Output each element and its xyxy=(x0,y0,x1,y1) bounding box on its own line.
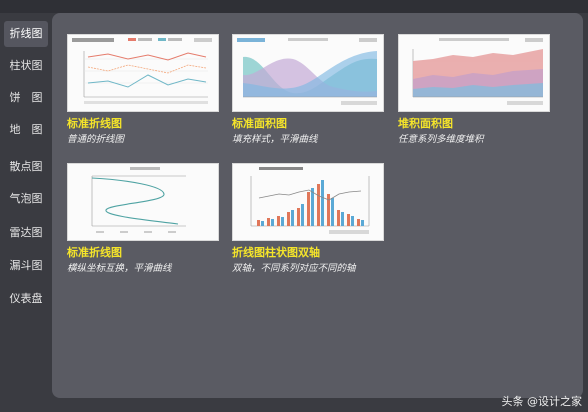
sidebar-item-map[interactable]: 地 图 xyxy=(4,117,48,143)
card-description: 普通的折线图 xyxy=(67,134,125,145)
top-bar xyxy=(0,0,588,13)
card-description: 任意系列多维度堆积 xyxy=(398,134,484,145)
card-title[interactable]: 标准面积图 xyxy=(232,115,287,131)
chart-gallery-panel: 标准折线图 普通的折线图 标准面积图 填充样式，平滑曲线 堆积面积图 任意系列多… xyxy=(52,13,583,398)
reversed-axis-line-thumbnail[interactable] xyxy=(67,163,219,241)
sidebar-item-funnel[interactable]: 漏斗图 xyxy=(4,253,48,279)
sidebar-item-bar[interactable]: 柱状图 xyxy=(4,53,48,79)
dual-axis-thumbnail[interactable] xyxy=(232,163,384,241)
sidebar-item-scatter[interactable]: 散点图 xyxy=(4,154,48,180)
card-description: 横纵坐标互换，平滑曲线 xyxy=(67,263,172,274)
area-chart-thumbnail[interactable] xyxy=(232,34,384,112)
stacked-area-thumbnail[interactable] xyxy=(398,34,550,112)
chart-card-reversed-line[interactable]: 标准折线图 横纵坐标互换，平滑曲线 xyxy=(67,163,219,283)
sidebar-item-pie[interactable]: 饼 图 xyxy=(4,85,48,111)
chart-card-stacked-area[interactable]: 堆积面积图 任意系列多维度堆积 xyxy=(398,34,550,154)
chart-card-line[interactable]: 标准折线图 普通的折线图 xyxy=(67,34,219,154)
chart-card-dual-axis[interactable]: 折线图柱状图双轴 双轴，不同系列对应不同的轴 xyxy=(232,163,384,283)
sidebar-item-bubble[interactable]: 气泡图 xyxy=(4,186,48,212)
sidebar-item-gauge[interactable]: 仪表盘 xyxy=(4,286,48,312)
card-title[interactable]: 标准折线图 xyxy=(67,115,122,131)
watermark: 头条 @设计之家 xyxy=(501,395,583,408)
card-title[interactable]: 标准折线图 xyxy=(67,244,122,260)
card-title[interactable]: 折线图柱状图双轴 xyxy=(232,244,320,260)
chart-card-area[interactable]: 标准面积图 填充样式，平滑曲线 xyxy=(232,34,384,154)
card-description: 双轴，不同系列对应不同的轴 xyxy=(232,263,356,274)
card-description: 填充样式，平滑曲线 xyxy=(232,134,318,145)
sidebar-item-line[interactable]: 折线图 xyxy=(4,21,48,47)
line-chart-thumbnail[interactable] xyxy=(67,34,219,112)
chart-type-sidebar: 折线图 柱状图 饼 图 地 图 散点图 气泡图 雷达图 漏斗图 仪表盘 xyxy=(0,13,52,412)
card-title[interactable]: 堆积面积图 xyxy=(398,115,453,131)
sidebar-item-radar[interactable]: 雷达图 xyxy=(4,220,48,246)
